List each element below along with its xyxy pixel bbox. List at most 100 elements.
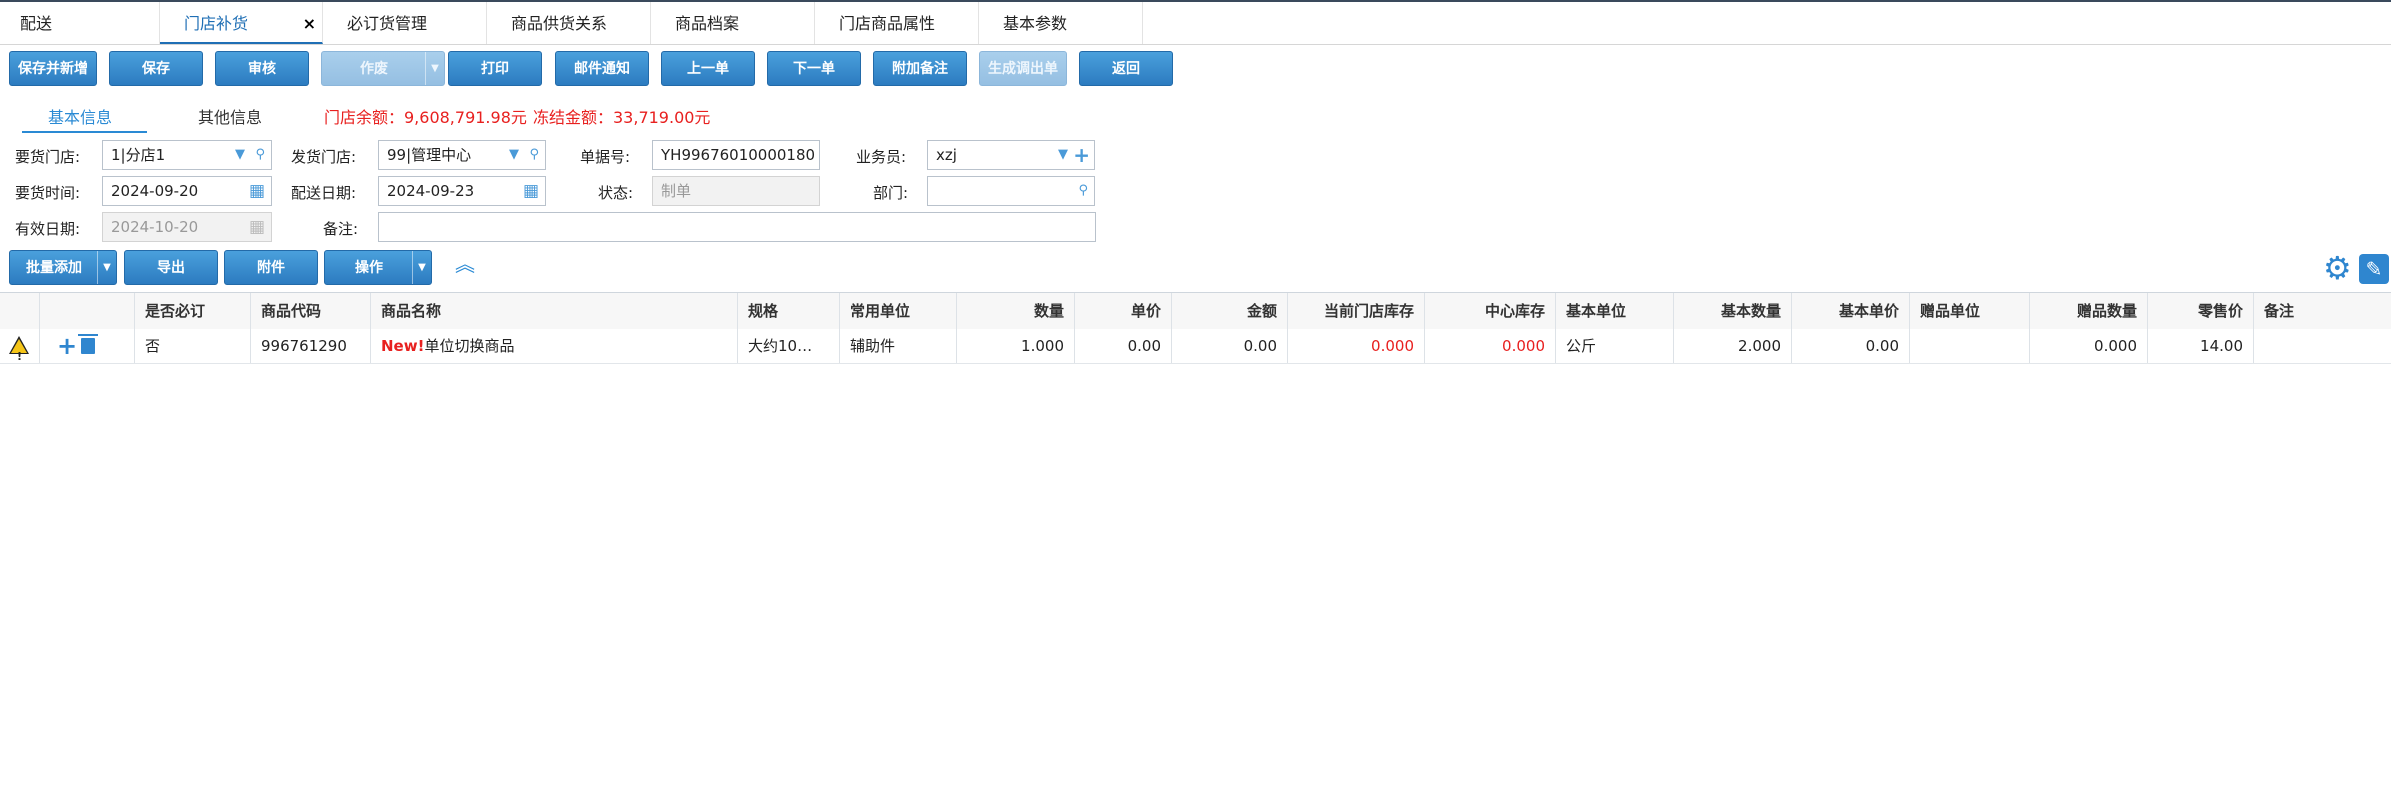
cell-spec[interactable]: 大约10… xyxy=(738,329,840,363)
operate-button[interactable]: 操作 ▼ xyxy=(324,250,432,285)
cell-unit[interactable]: 辅助件 xyxy=(840,329,957,363)
plus-icon[interactable]: + xyxy=(1073,141,1090,169)
cell-amount[interactable]: 0.00 xyxy=(1172,329,1288,363)
tab-product-file[interactable]: 商品档案 xyxy=(651,2,815,44)
back-button[interactable]: 返回 xyxy=(1079,51,1173,86)
product-name: 单位切换商品 xyxy=(424,337,515,355)
ship-store-field[interactable]: 99|管理中心 ▼ ⚲ xyxy=(378,140,546,170)
cell-required[interactable]: 否 xyxy=(135,329,251,363)
tab-label: 商品档案 xyxy=(675,14,740,33)
subtab-other-info[interactable]: 其他信息 xyxy=(198,104,262,128)
tab-store-product-attr[interactable]: 门店商品属性 xyxy=(815,2,979,44)
tab-supply-relation[interactable]: 商品供货关系 xyxy=(487,2,651,44)
tab-store-replenish[interactable]: 门店补货 × xyxy=(160,2,323,44)
info-subtabs: 基本信息 其他信息 门店余额：9,608,791.98元 冻结金额：33,719… xyxy=(0,96,2391,133)
header-center-stock[interactable]: 中心库存 xyxy=(1425,293,1556,329)
req-store-value: 1|分店1 xyxy=(111,146,166,164)
chevron-down-icon[interactable]: ▼ xyxy=(1058,141,1068,169)
chevron-down-icon[interactable]: ▼ xyxy=(425,52,444,85)
chevron-down-icon[interactable]: ▼ xyxy=(509,141,519,169)
search-icon[interactable]: ⚲ xyxy=(255,141,265,169)
cell-gift-unit[interactable] xyxy=(1910,329,2030,363)
header-name[interactable]: 商品名称 xyxy=(371,293,738,329)
req-time-field[interactable]: 2024-09-20 ▦ xyxy=(102,176,272,206)
doc-no-label: 单据号: xyxy=(580,148,631,166)
cell-code[interactable]: 996761290 xyxy=(251,329,371,363)
calendar-icon[interactable]: ▦ xyxy=(523,177,539,205)
save-and-new-button[interactable]: 保存并新增 xyxy=(9,51,97,86)
attach-button[interactable]: 附件 xyxy=(224,250,318,285)
header-amount[interactable]: 金额 xyxy=(1172,293,1288,329)
valid-date-value: 2024-10-20 xyxy=(111,218,199,236)
header-base-qty[interactable]: 基本数量 xyxy=(1674,293,1792,329)
calendar-icon: ▦ xyxy=(248,217,265,237)
chevron-down-icon[interactable]: ▼ xyxy=(97,251,116,284)
header-note[interactable]: 备注 xyxy=(2254,293,2391,329)
tab-basic-params[interactable]: 基本参数 xyxy=(979,2,1143,44)
header-unit[interactable]: 常用单位 xyxy=(840,293,957,329)
header-required[interactable]: 是否必订 xyxy=(135,293,251,329)
header-retail[interactable]: 零售价 xyxy=(2148,293,2254,329)
header-action-col xyxy=(40,293,135,329)
plus-icon[interactable]: + xyxy=(57,329,77,363)
trash-icon[interactable] xyxy=(78,334,98,354)
cell-base-qty[interactable]: 2.000 xyxy=(1674,329,1792,363)
next-doc-button[interactable]: 下一单 xyxy=(767,51,861,86)
delivery-date-field[interactable]: 2024-09-23 ▦ xyxy=(378,176,546,206)
search-icon[interactable]: ⚲ xyxy=(529,141,539,169)
tab-label: 商品供货关系 xyxy=(511,14,608,33)
header-gift-qty[interactable]: 赠品数量 xyxy=(2030,293,2148,329)
header-price[interactable]: 单价 xyxy=(1075,293,1172,329)
audit-button[interactable]: 审核 xyxy=(215,51,309,86)
note-label: 备注: xyxy=(323,220,359,238)
export-button[interactable]: 导出 xyxy=(124,250,218,285)
pencil-icon[interactable]: ✎ xyxy=(2359,254,2389,284)
cell-base-price[interactable]: 0.00 xyxy=(1792,329,1910,363)
cell-retail[interactable]: 14.00 xyxy=(2148,329,2254,363)
calendar-icon[interactable]: ▦ xyxy=(249,177,265,205)
cell-price[interactable]: 0.00 xyxy=(1075,329,1172,363)
add-note-button[interactable]: 附加备注 xyxy=(873,51,967,86)
save-button[interactable]: 保存 xyxy=(109,51,203,86)
doc-no-value: YH99676010000180 xyxy=(661,146,816,164)
dept-field[interactable]: ⚲ xyxy=(927,176,1095,206)
cell-gift-qty[interactable]: 0.000 xyxy=(2030,329,2148,363)
cell-base-unit[interactable]: 公斤 xyxy=(1556,329,1674,363)
print-button[interactable]: 打印 xyxy=(448,51,542,86)
table-row[interactable]: ! + 否 996761290 New!单位切换商品 大约10… 辅助件 1.0… xyxy=(0,329,2391,364)
cell-note[interactable] xyxy=(2254,329,2391,363)
header-qty[interactable]: 数量 xyxy=(957,293,1075,329)
header-code[interactable]: 商品代码 xyxy=(251,293,371,329)
void-button[interactable]: 作废 ▼ xyxy=(321,51,445,86)
subtab-basic-info[interactable]: 基本信息 xyxy=(48,104,112,128)
active-subtab-indicator xyxy=(22,131,147,133)
close-icon[interactable]: × xyxy=(303,2,316,46)
header-spec[interactable]: 规格 xyxy=(738,293,840,329)
header-base-price[interactable]: 基本单价 xyxy=(1792,293,1910,329)
header-base-unit[interactable]: 基本单位 xyxy=(1556,293,1674,329)
salesman-value: xzj xyxy=(936,146,957,164)
dept-label: 部门: xyxy=(873,184,909,202)
cell-store-stock[interactable]: 0.000 xyxy=(1288,329,1425,363)
header-store-stock[interactable]: 当前门店库存 xyxy=(1288,293,1425,329)
cell-name[interactable]: New!单位切换商品 xyxy=(371,329,738,363)
note-field[interactable] xyxy=(378,212,1096,242)
chevron-down-icon[interactable]: ▼ xyxy=(235,141,245,169)
batch-add-button[interactable]: 批量添加 ▼ xyxy=(9,250,117,285)
search-icon[interactable]: ⚲ xyxy=(1078,177,1088,205)
cell-qty[interactable]: 1.000 xyxy=(957,329,1075,363)
tab-delivery[interactable]: 配送 xyxy=(0,2,160,44)
chevron-down-icon[interactable]: ▼ xyxy=(412,251,431,284)
prev-doc-button[interactable]: 上一单 xyxy=(661,51,755,86)
gear-icon[interactable]: ⚙ xyxy=(2323,252,2355,284)
doc-no-field[interactable]: YH99676010000180 xyxy=(652,140,820,170)
cell-center-stock[interactable]: 0.000 xyxy=(1425,329,1556,363)
double-chevron-up-icon[interactable]: ︽ xyxy=(455,254,477,282)
salesman-field[interactable]: xzj ▼ + xyxy=(927,140,1095,170)
header-gift-unit[interactable]: 赠品单位 xyxy=(1910,293,2030,329)
tab-required-order[interactable]: 必订货管理 xyxy=(323,2,487,44)
delivery-date-label: 配送日期: xyxy=(291,184,357,202)
req-store-field[interactable]: 1|分店1 ▼ ⚲ xyxy=(102,140,272,170)
generate-transfer-button[interactable]: 生成调出单 xyxy=(979,51,1067,86)
email-notify-button[interactable]: 邮件通知 xyxy=(555,51,649,86)
